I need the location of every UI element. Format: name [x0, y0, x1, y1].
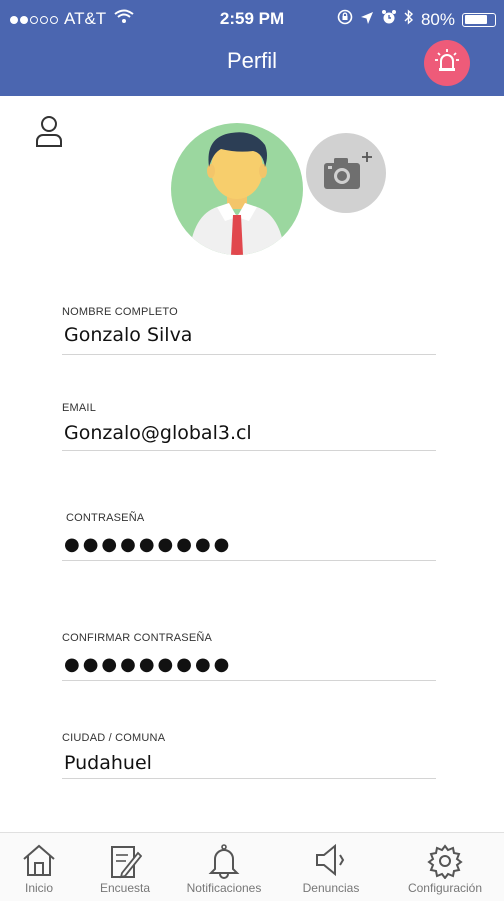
- status-bar: AT&T 2:59 PM 80%: [0, 0, 504, 40]
- add-photo-camera-icon: [316, 149, 376, 197]
- tab-encuesta[interactable]: Encuesta: [75, 833, 175, 901]
- battery-icon: [462, 12, 496, 27]
- email-input[interactable]: Gonzalo@global3.cl: [64, 422, 252, 444]
- bluetooth-icon: [404, 9, 414, 30]
- avatar[interactable]: [171, 123, 303, 255]
- tab-denuncias[interactable]: Denuncias: [281, 833, 381, 901]
- alarm-siren-icon: [434, 48, 460, 78]
- password-input[interactable]: ●●●●●●●●●: [64, 534, 232, 555]
- add-photo-button[interactable]: [306, 133, 386, 213]
- field-label: EMAIL: [62, 402, 97, 414]
- field-label: CIUDAD / COMUNA: [62, 732, 166, 744]
- confirm-password-input[interactable]: ●●●●●●●●●: [64, 654, 232, 675]
- bottom-tab-bar: Inicio Encuesta Notificaciones Denuncias…: [0, 832, 504, 901]
- field-label: CONFIRMAR CONTRASEÑA: [62, 632, 213, 644]
- alarm-button[interactable]: [424, 40, 470, 86]
- full-name-input[interactable]: Gonzalo Silva: [64, 324, 192, 346]
- field-label: NOMBRE COMPLETO: [62, 306, 178, 318]
- tab-notificaciones[interactable]: Notificaciones: [174, 833, 274, 901]
- user-outline-icon: [34, 114, 64, 152]
- city-input[interactable]: Pudahuel: [64, 752, 152, 774]
- app-header: AT&T 2:59 PM 80% Perfil: [0, 0, 504, 96]
- tab-label: Encuesta: [99, 881, 151, 895]
- field-label: CONTRASEÑA: [66, 512, 145, 524]
- password-field[interactable]: CONTRASEÑA ●●●●●●●●●: [62, 506, 436, 561]
- confirm-password-field[interactable]: CONFIRMAR CONTRASEÑA ●●●●●●●●●: [62, 626, 436, 681]
- location-icon: [360, 10, 374, 30]
- rotation-lock-icon: [337, 9, 353, 30]
- tab-label: Notificaciones: [186, 881, 262, 895]
- city-field[interactable]: CIUDAD / COMUNA Pudahuel: [62, 726, 436, 779]
- tab-label: Denuncias: [302, 881, 360, 895]
- tab-label: Configuración: [407, 881, 483, 895]
- tab-configuracion[interactable]: Configuración: [395, 833, 495, 901]
- email-field[interactable]: EMAIL Gonzalo@global3.cl: [62, 396, 436, 451]
- battery-percent: 80%: [420, 9, 455, 29]
- alarm-clock-icon: [381, 9, 397, 30]
- full-name-field[interactable]: NOMBRE COMPLETO Gonzalo Silva: [62, 300, 436, 355]
